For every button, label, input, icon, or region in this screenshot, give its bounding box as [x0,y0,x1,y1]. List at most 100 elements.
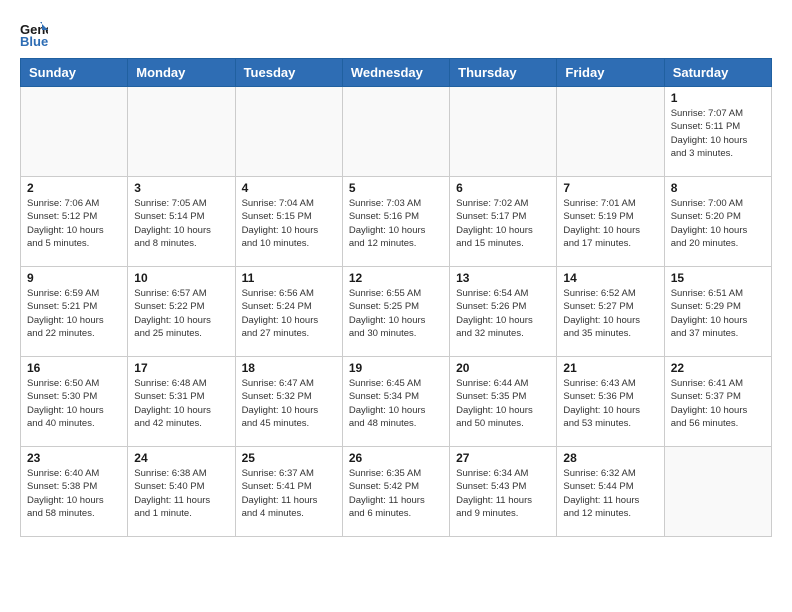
day-number: 17 [134,361,228,375]
calendar-cell [557,87,664,177]
calendar-cell: 10 Sunrise: 6:57 AM Sunset: 5:22 PM Dayli… [128,267,235,357]
calendar-cell: 2 Sunrise: 7:06 AM Sunset: 5:12 PM Daylig… [21,177,128,267]
calendar-cell [342,87,449,177]
day-info: Sunrise: 6:37 AM Sunset: 5:41 PM Dayligh… [242,467,336,520]
day-info: Sunrise: 6:47 AM Sunset: 5:32 PM Dayligh… [242,377,336,430]
day-of-week-header: Saturday [664,59,771,87]
day-number: 1 [671,91,765,105]
day-info: Sunrise: 6:55 AM Sunset: 5:25 PM Dayligh… [349,287,443,340]
calendar: SundayMondayTuesdayWednesdayThursdayFrid… [20,58,772,537]
day-number: 8 [671,181,765,195]
calendar-cell: 26 Sunrise: 6:35 AM Sunset: 5:42 PM Dayli… [342,447,449,537]
day-info: Sunrise: 7:06 AM Sunset: 5:12 PM Dayligh… [27,197,121,250]
calendar-cell: 7 Sunrise: 7:01 AM Sunset: 5:19 PM Daylig… [557,177,664,267]
day-info: Sunrise: 6:57 AM Sunset: 5:22 PM Dayligh… [134,287,228,340]
day-number: 9 [27,271,121,285]
calendar-cell: 14 Sunrise: 6:52 AM Sunset: 5:27 PM Dayli… [557,267,664,357]
calendar-cell: 1 Sunrise: 7:07 AM Sunset: 5:11 PM Daylig… [664,87,771,177]
calendar-cell [21,87,128,177]
week-row: 16Sunrise: 6:50 AM Sunset: 5:30 PM Dayli… [21,357,772,447]
calendar-cell: 28 Sunrise: 6:32 AM Sunset: 5:44 PM Dayli… [557,447,664,537]
day-info: Sunrise: 6:41 AM Sunset: 5:37 PM Dayligh… [671,377,765,430]
calendar-cell: 4 Sunrise: 7:04 AM Sunset: 5:15 PM Daylig… [235,177,342,267]
day-number: 25 [242,451,336,465]
calendar-cell: 22 Sunrise: 6:41 AM Sunset: 5:37 PM Dayli… [664,357,771,447]
day-info: Sunrise: 6:52 AM Sunset: 5:27 PM Dayligh… [563,287,657,340]
day-number: 4 [242,181,336,195]
day-of-week-header: Monday [128,59,235,87]
day-number: 10 [134,271,228,285]
day-number: 6 [456,181,550,195]
day-info: Sunrise: 7:07 AM Sunset: 5:11 PM Dayligh… [671,107,765,160]
calendar-cell: 11 Sunrise: 6:56 AM Sunset: 5:24 PM Dayli… [235,267,342,357]
day-info: Sunrise: 6:59 AM Sunset: 5:21 PM Dayligh… [27,287,121,340]
day-number: 3 [134,181,228,195]
week-row: 9 Sunrise: 6:59 AM Sunset: 5:21 PM Daylig… [21,267,772,357]
day-info: Sunrise: 6:44 AM Sunset: 5:35 PM Dayligh… [456,377,550,430]
day-info: Sunrise: 6:35 AM Sunset: 5:42 PM Dayligh… [349,467,443,520]
day-info: Sunrise: 6:40 AM Sunset: 5:38 PM Dayligh… [27,467,121,520]
calendar-cell: 8 Sunrise: 7:00 AM Sunset: 5:20 PM Daylig… [664,177,771,267]
week-row: 23 Sunrise: 6:40 AM Sunset: 5:38 PM Dayli… [21,447,772,537]
logo: General Blue [20,20,52,48]
day-number: 21 [563,361,657,375]
calendar-cell: 25 Sunrise: 6:37 AM Sunset: 5:41 PM Dayli… [235,447,342,537]
page-header: General Blue [20,20,772,48]
day-info: Sunrise: 6:43 AM Sunset: 5:36 PM Dayligh… [563,377,657,430]
week-row: 1 Sunrise: 7:07 AM Sunset: 5:11 PM Daylig… [21,87,772,177]
calendar-cell [128,87,235,177]
day-info: Sunrise: 6:54 AM Sunset: 5:26 PM Dayligh… [456,287,550,340]
day-info: Sunrise: 6:34 AM Sunset: 5:43 PM Dayligh… [456,467,550,520]
day-number: 28 [563,451,657,465]
day-info: Sunrise: 7:03 AM Sunset: 5:16 PM Dayligh… [349,197,443,250]
day-number: 13 [456,271,550,285]
day-number: 22 [671,361,765,375]
calendar-cell: 6Sunrise: 7:02 AM Sunset: 5:17 PM Daylig… [450,177,557,267]
day-info: Sunrise: 7:01 AM Sunset: 5:19 PM Dayligh… [563,197,657,250]
calendar-cell: 5 Sunrise: 7:03 AM Sunset: 5:16 PM Daylig… [342,177,449,267]
day-of-week-header: Thursday [450,59,557,87]
day-number: 16 [27,361,121,375]
calendar-cell: 16Sunrise: 6:50 AM Sunset: 5:30 PM Dayli… [21,357,128,447]
day-number: 14 [563,271,657,285]
calendar-cell [664,447,771,537]
day-info: Sunrise: 6:48 AM Sunset: 5:31 PM Dayligh… [134,377,228,430]
day-number: 15 [671,271,765,285]
day-number: 11 [242,271,336,285]
calendar-cell: 18Sunrise: 6:47 AM Sunset: 5:32 PM Dayli… [235,357,342,447]
day-info: Sunrise: 6:51 AM Sunset: 5:29 PM Dayligh… [671,287,765,340]
svg-text:Blue: Blue [20,34,48,48]
calendar-cell: 23 Sunrise: 6:40 AM Sunset: 5:38 PM Dayli… [21,447,128,537]
day-info: Sunrise: 6:32 AM Sunset: 5:44 PM Dayligh… [563,467,657,520]
day-number: 12 [349,271,443,285]
day-number: 27 [456,451,550,465]
calendar-cell: 21 Sunrise: 6:43 AM Sunset: 5:36 PM Dayli… [557,357,664,447]
day-number: 23 [27,451,121,465]
day-info: Sunrise: 6:45 AM Sunset: 5:34 PM Dayligh… [349,377,443,430]
calendar-cell: 9 Sunrise: 6:59 AM Sunset: 5:21 PM Daylig… [21,267,128,357]
calendar-cell: 12 Sunrise: 6:55 AM Sunset: 5:25 PM Dayli… [342,267,449,357]
day-of-week-header: Sunday [21,59,128,87]
day-number: 20 [456,361,550,375]
day-of-week-header: Friday [557,59,664,87]
day-number: 7 [563,181,657,195]
calendar-cell: 17 Sunrise: 6:48 AM Sunset: 5:31 PM Dayli… [128,357,235,447]
day-info: Sunrise: 7:05 AM Sunset: 5:14 PM Dayligh… [134,197,228,250]
calendar-cell: 13 Sunrise: 6:54 AM Sunset: 5:26 PM Dayli… [450,267,557,357]
calendar-cell: 19 Sunrise: 6:45 AM Sunset: 5:34 PM Dayli… [342,357,449,447]
day-info: Sunrise: 6:56 AM Sunset: 5:24 PM Dayligh… [242,287,336,340]
day-info: Sunrise: 7:00 AM Sunset: 5:20 PM Dayligh… [671,197,765,250]
calendar-cell: 20 Sunrise: 6:44 AM Sunset: 5:35 PM Dayli… [450,357,557,447]
day-number: 24 [134,451,228,465]
day-info: Sunrise: 7:04 AM Sunset: 5:15 PM Dayligh… [242,197,336,250]
day-number: 19 [349,361,443,375]
calendar-cell: 24Sunrise: 6:38 AM Sunset: 5:40 PM Dayli… [128,447,235,537]
day-number: 26 [349,451,443,465]
day-number: 5 [349,181,443,195]
day-number: 2 [27,181,121,195]
calendar-cell: 27 Sunrise: 6:34 AM Sunset: 5:43 PM Dayli… [450,447,557,537]
calendar-cell [235,87,342,177]
calendar-header-row: SundayMondayTuesdayWednesdayThursdayFrid… [21,59,772,87]
day-of-week-header: Wednesday [342,59,449,87]
calendar-cell: 3 Sunrise: 7:05 AM Sunset: 5:14 PM Daylig… [128,177,235,267]
